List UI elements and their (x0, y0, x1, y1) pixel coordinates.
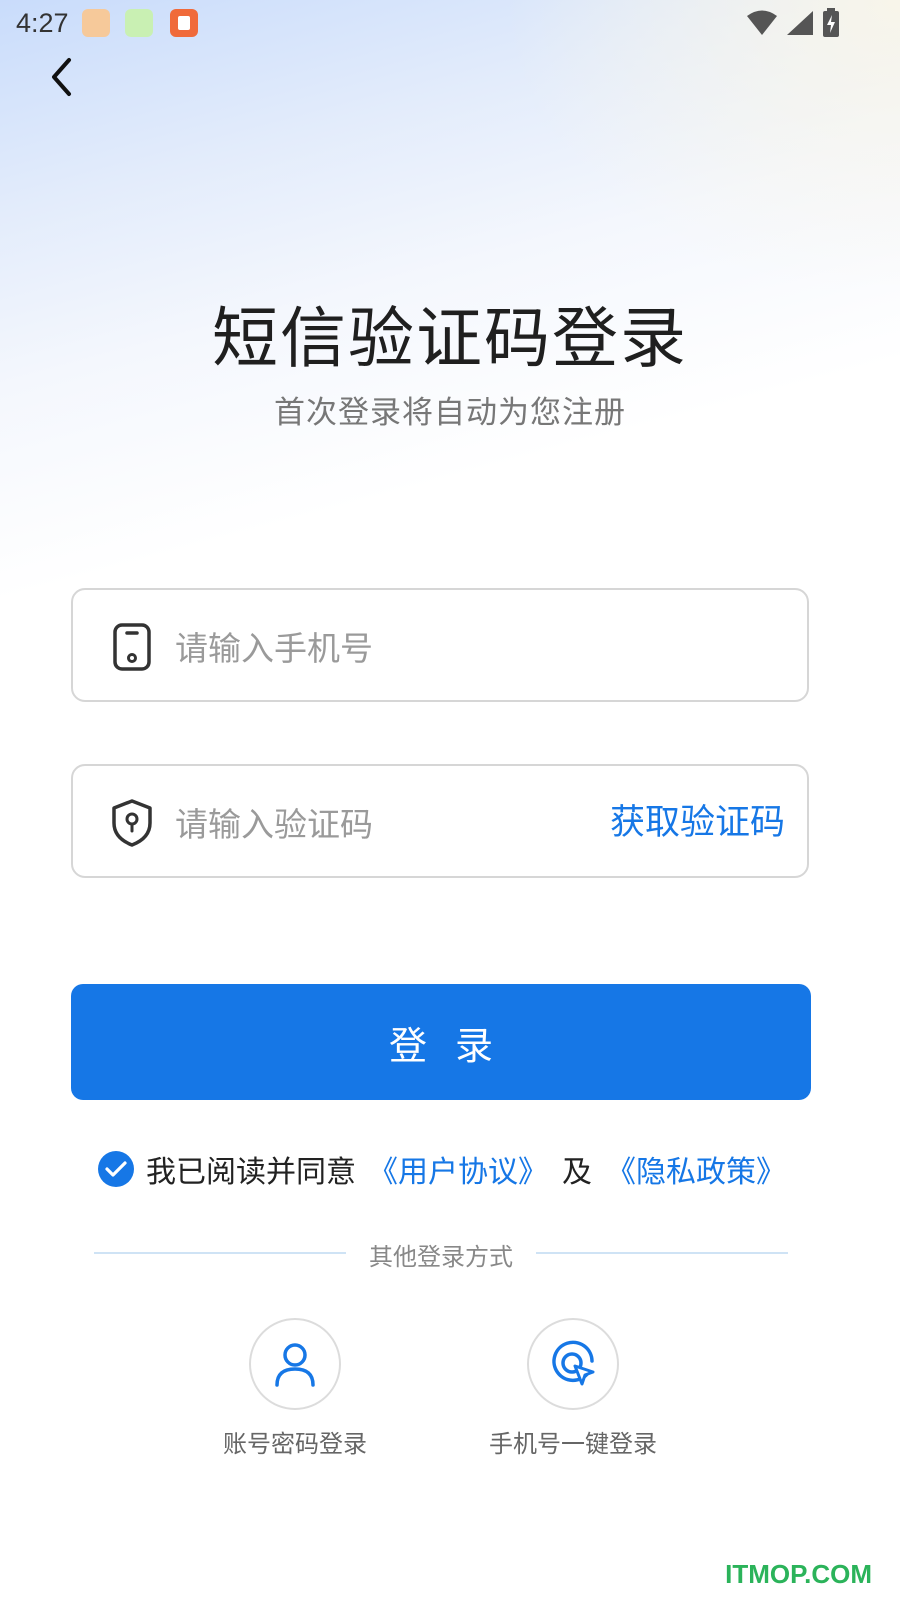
phone-field[interactable] (71, 588, 809, 702)
get-code-button[interactable]: 获取验证码 (610, 796, 785, 850)
other-login-divider: 其他登录方式 (94, 1235, 788, 1271)
checkmark-icon (105, 1161, 127, 1177)
notification-cat-icon (82, 9, 110, 37)
account-login-label: 账号密码登录 (223, 1430, 367, 1458)
status-bar: 4:27 (0, 0, 900, 48)
phone-input[interactable] (173, 620, 597, 676)
privacy-policy-link[interactable]: 《隐私政策》 (606, 1147, 786, 1191)
login-button[interactable]: 登录 (71, 984, 811, 1100)
page-title: 短信验证码登录 (212, 300, 688, 377)
user-agreement-link[interactable]: 《用户协议》 (368, 1147, 548, 1191)
notification-book-icon (170, 9, 198, 37)
signal-icon (787, 11, 813, 35)
user-icon (275, 1343, 315, 1387)
one-key-login-circle[interactable] (527, 1318, 619, 1410)
one-key-login-label: 手机号一键登录 (489, 1430, 657, 1458)
agreement-text: 我已阅读并同意 (146, 1155, 356, 1190)
watermark: ITMOP.COM (725, 1559, 872, 1589)
wifi-icon (747, 10, 777, 35)
page-subtitle: 首次登录将自动为您注册 (274, 395, 626, 431)
status-time: 4:27 (16, 8, 69, 38)
notification-avatar-icon (125, 9, 153, 37)
chevron-left-icon (52, 58, 71, 96)
status-indicators (746, 8, 840, 38)
one-key-login-button[interactable]: 手机号一键登录 (463, 1318, 683, 1459)
shield-icon (112, 799, 152, 847)
verification-code-input[interactable] (173, 796, 597, 852)
other-login-label: 其他登录方式 (369, 1243, 513, 1271)
account-password-login-button[interactable]: 账号密码登录 (185, 1318, 405, 1459)
phone-icon (113, 623, 151, 671)
divider-line-right (536, 1252, 788, 1254)
agreement-and: 及 (562, 1155, 592, 1190)
verification-code-field[interactable]: 获取验证码 (71, 764, 809, 878)
agreement-checkbox[interactable] (98, 1151, 134, 1187)
battery-icon (823, 8, 839, 37)
account-login-circle[interactable] (249, 1318, 341, 1410)
agreement-row: 我已阅读并同意 《用户协议》 及 《隐私政策》 (98, 1146, 786, 1192)
cursor-target-icon (552, 1340, 595, 1386)
back-button[interactable] (40, 55, 84, 99)
